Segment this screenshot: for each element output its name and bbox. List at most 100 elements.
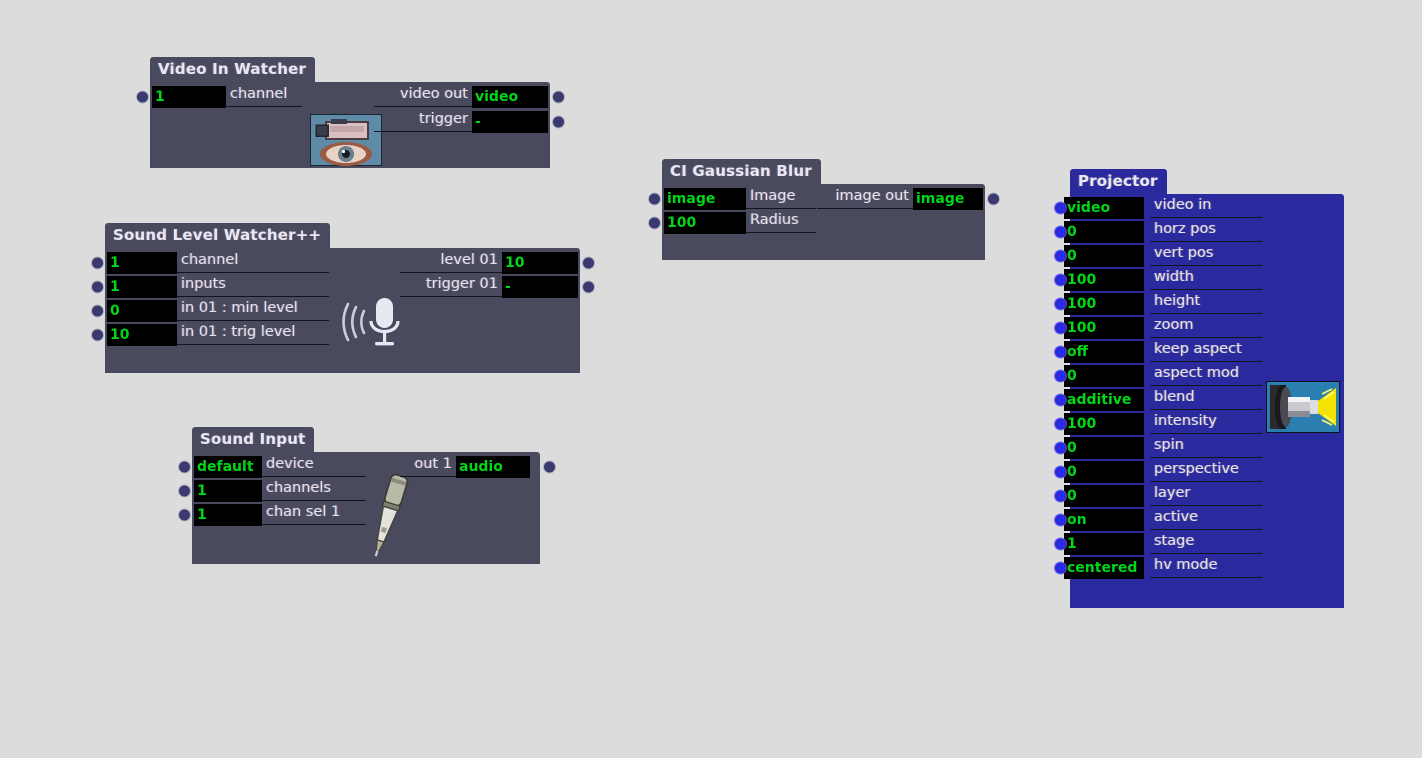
port-in-blend[interactable] xyxy=(1055,394,1066,406)
node-video-in-watcher[interactable]: Video In Watcher 1 channel video out vid… xyxy=(137,57,564,168)
value-zoom[interactable]: 100 xyxy=(1064,317,1144,339)
row-layer[interactable]: 0 layer xyxy=(1055,484,1344,508)
port-in-width[interactable] xyxy=(1055,274,1066,286)
value-height[interactable]: 100 xyxy=(1064,293,1144,315)
port-in-video-in[interactable] xyxy=(1055,202,1066,214)
port-in-horz-pos[interactable] xyxy=(1055,226,1066,238)
node-sound-level-watcher[interactable]: Sound Level Watcher++ 1 channel 1 inputs… xyxy=(92,223,594,373)
row-aspect-mod[interactable]: 0 aspect mod xyxy=(1055,364,1344,388)
value-min-level[interactable]: 0 xyxy=(107,300,177,322)
value-stage[interactable]: 1 xyxy=(1064,533,1144,555)
row-blend[interactable]: additive blend xyxy=(1055,388,1344,412)
port-in-height[interactable] xyxy=(1055,298,1066,310)
port-in-active[interactable] xyxy=(1055,514,1066,526)
port-in-device[interactable] xyxy=(179,461,190,473)
port-in-layer[interactable] xyxy=(1055,490,1066,502)
port-in-spin[interactable] xyxy=(1055,442,1066,454)
row-trig-level[interactable]: 10 in 01 : trig level xyxy=(92,323,329,347)
port-in-channel[interactable] xyxy=(92,257,103,269)
row-image[interactable]: image Image xyxy=(649,187,816,211)
row-channels[interactable]: 1 channels xyxy=(179,479,366,503)
port-out-video-out[interactable] xyxy=(553,91,564,103)
port-out-out-1[interactable] xyxy=(544,461,555,473)
value-device[interactable]: default xyxy=(194,456,262,478)
value-trigger-01[interactable]: - xyxy=(502,276,578,298)
node-title-video-in-watcher[interactable]: Video In Watcher xyxy=(150,57,316,82)
value-active[interactable]: on xyxy=(1064,509,1144,531)
port-in-hv-mode[interactable] xyxy=(1055,562,1066,574)
value-intensity[interactable]: 100 xyxy=(1064,413,1144,435)
value-image[interactable]: image xyxy=(664,188,746,210)
row-channel[interactable]: 1 channel xyxy=(92,251,329,275)
value-width[interactable]: 100 xyxy=(1064,269,1144,291)
value-aspect-mod[interactable]: 0 xyxy=(1064,365,1144,387)
value-video-out[interactable]: video xyxy=(472,86,548,108)
row-zoom[interactable]: 100 zoom xyxy=(1055,316,1344,340)
port-in-intensity[interactable] xyxy=(1055,418,1066,430)
value-perspective[interactable]: 0 xyxy=(1064,461,1144,483)
port-in-radius[interactable] xyxy=(649,217,660,229)
value-horz-pos[interactable]: 0 xyxy=(1064,221,1144,243)
value-channels[interactable]: 1 xyxy=(194,480,262,502)
port-in-inputs[interactable] xyxy=(92,281,103,293)
value-channel[interactable]: 1 xyxy=(152,86,226,108)
port-out-level-01[interactable] xyxy=(583,257,594,269)
value-radius[interactable]: 100 xyxy=(664,212,746,234)
row-width[interactable]: 100 width xyxy=(1055,268,1344,292)
row-vert-pos[interactable]: 0 vert pos xyxy=(1055,244,1344,268)
value-channel[interactable]: 1 xyxy=(107,252,177,274)
value-layer[interactable]: 0 xyxy=(1064,485,1144,507)
node-title-projector[interactable]: Projector xyxy=(1070,169,1167,194)
node-title-sound-input[interactable]: Sound Input xyxy=(192,427,315,452)
row-device[interactable]: default device xyxy=(179,455,366,479)
row-channel[interactable]: 1 channel xyxy=(137,85,302,109)
value-trigger[interactable]: - xyxy=(472,111,548,133)
value-out-1[interactable]: audio xyxy=(456,456,530,478)
port-in-perspective[interactable] xyxy=(1055,466,1066,478)
row-hv-mode[interactable]: centered hv mode xyxy=(1055,556,1344,580)
node-title-sound-level-watcher[interactable]: Sound Level Watcher++ xyxy=(105,223,331,248)
row-radius[interactable]: 100 Radius xyxy=(649,211,816,235)
port-in-chan-sel-1[interactable] xyxy=(179,509,190,521)
row-level-01[interactable]: level 01 10 xyxy=(400,251,594,275)
row-video-out[interactable]: video out video xyxy=(374,85,564,109)
port-in-channels[interactable] xyxy=(179,485,190,497)
row-trigger[interactable]: trigger - xyxy=(374,110,564,134)
port-in-aspect-mod[interactable] xyxy=(1055,370,1066,382)
value-image-out[interactable]: image xyxy=(913,188,983,210)
value-video-in[interactable]: video xyxy=(1064,197,1144,219)
row-min-level[interactable]: 0 in 01 : min level xyxy=(92,299,329,323)
node-projector[interactable]: Projector video video in 0 horz pos 0 ve… xyxy=(1055,169,1344,608)
row-intensity[interactable]: 100 intensity xyxy=(1055,412,1344,436)
node-title-ci-gaussian-blur[interactable]: CI Gaussian Blur xyxy=(662,159,821,184)
value-keep-aspect[interactable]: off xyxy=(1064,341,1144,363)
value-level-01[interactable]: 10 xyxy=(502,252,578,274)
value-trig-level[interactable]: 10 xyxy=(107,324,177,346)
value-chan-sel-1[interactable]: 1 xyxy=(194,504,262,526)
port-in-keep-aspect[interactable] xyxy=(1055,346,1066,358)
row-height[interactable]: 100 height xyxy=(1055,292,1344,316)
port-out-trigger-01[interactable] xyxy=(583,281,594,293)
row-trigger-01[interactable]: trigger 01 - xyxy=(400,275,594,299)
row-chan-sel-1[interactable]: 1 chan sel 1 xyxy=(179,503,366,527)
row-spin[interactable]: 0 spin xyxy=(1055,436,1344,460)
row-out-1[interactable]: out 1 audio xyxy=(400,455,555,479)
row-keep-aspect[interactable]: off keep aspect xyxy=(1055,340,1344,364)
port-in-vert-pos[interactable] xyxy=(1055,250,1066,262)
row-stage[interactable]: 1 stage xyxy=(1055,532,1344,556)
port-in-channel[interactable] xyxy=(137,91,148,103)
port-out-trigger[interactable] xyxy=(553,116,564,128)
port-out-image-out[interactable] xyxy=(988,193,999,205)
row-video-in[interactable]: video video in xyxy=(1055,196,1344,220)
row-image-out[interactable]: image out image xyxy=(817,187,999,211)
row-horz-pos[interactable]: 0 horz pos xyxy=(1055,220,1344,244)
port-in-zoom[interactable] xyxy=(1055,322,1066,334)
port-in-trig-level[interactable] xyxy=(92,329,103,341)
port-in-image[interactable] xyxy=(649,193,660,205)
port-in-stage[interactable] xyxy=(1055,538,1066,550)
node-sound-input[interactable]: Sound Input default device 1 channels 1 … xyxy=(179,427,555,564)
value-hv-mode[interactable]: centered xyxy=(1064,557,1144,579)
value-vert-pos[interactable]: 0 xyxy=(1064,245,1144,267)
row-perspective[interactable]: 0 perspective xyxy=(1055,460,1344,484)
node-ci-gaussian-blur[interactable]: CI Gaussian Blur image Image 100 Radius … xyxy=(649,159,999,260)
